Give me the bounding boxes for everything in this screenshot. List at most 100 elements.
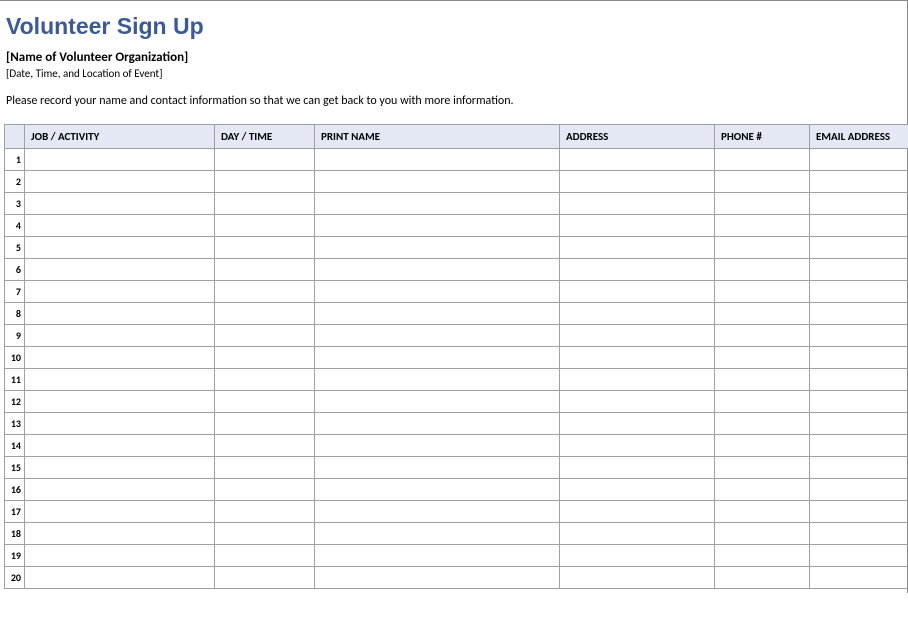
address-input[interactable] <box>566 435 708 456</box>
address-input[interactable] <box>566 501 708 522</box>
phone-input[interactable] <box>721 479 803 500</box>
day-input[interactable] <box>221 259 308 280</box>
name-input[interactable] <box>321 567 553 588</box>
phone-input[interactable] <box>721 457 803 478</box>
address-input[interactable] <box>566 259 708 280</box>
address-input[interactable] <box>566 545 708 566</box>
name-input[interactable] <box>321 281 553 302</box>
email-input[interactable] <box>816 193 908 214</box>
name-input[interactable] <box>321 413 553 434</box>
day-input[interactable] <box>221 281 308 302</box>
phone-input[interactable] <box>721 193 803 214</box>
address-input[interactable] <box>566 281 708 302</box>
day-input[interactable] <box>221 215 308 236</box>
name-input[interactable] <box>321 303 553 324</box>
name-input[interactable] <box>321 479 553 500</box>
phone-input[interactable] <box>721 391 803 412</box>
name-input[interactable] <box>321 325 553 346</box>
name-input[interactable] <box>321 501 553 522</box>
job-input[interactable] <box>31 369 208 390</box>
name-input[interactable] <box>321 347 553 368</box>
address-input[interactable] <box>566 215 708 236</box>
job-input[interactable] <box>31 347 208 368</box>
address-input[interactable] <box>566 523 708 544</box>
day-input[interactable] <box>221 193 308 214</box>
name-input[interactable] <box>321 259 553 280</box>
job-input[interactable] <box>31 149 208 170</box>
phone-input[interactable] <box>721 325 803 346</box>
address-input[interactable] <box>566 413 708 434</box>
phone-input[interactable] <box>721 259 803 280</box>
email-input[interactable] <box>816 435 908 456</box>
email-input[interactable] <box>816 479 908 500</box>
phone-input[interactable] <box>721 435 803 456</box>
day-input[interactable] <box>221 457 308 478</box>
job-input[interactable] <box>31 281 208 302</box>
job-input[interactable] <box>31 303 208 324</box>
email-input[interactable] <box>816 567 908 588</box>
day-input[interactable] <box>221 347 308 368</box>
name-input[interactable] <box>321 149 553 170</box>
job-input[interactable] <box>31 523 208 544</box>
day-input[interactable] <box>221 523 308 544</box>
phone-input[interactable] <box>721 215 803 236</box>
day-input[interactable] <box>221 149 308 170</box>
email-input[interactable] <box>816 523 908 544</box>
address-input[interactable] <box>566 325 708 346</box>
address-input[interactable] <box>566 303 708 324</box>
job-input[interactable] <box>31 391 208 412</box>
day-input[interactable] <box>221 479 308 500</box>
phone-input[interactable] <box>721 347 803 368</box>
email-input[interactable] <box>816 369 908 390</box>
day-input[interactable] <box>221 369 308 390</box>
job-input[interactable] <box>31 545 208 566</box>
job-input[interactable] <box>31 567 208 588</box>
day-input[interactable] <box>221 171 308 192</box>
address-input[interactable] <box>566 391 708 412</box>
address-input[interactable] <box>566 457 708 478</box>
email-input[interactable] <box>816 325 908 346</box>
name-input[interactable] <box>321 391 553 412</box>
phone-input[interactable] <box>721 149 803 170</box>
email-input[interactable] <box>816 149 908 170</box>
address-input[interactable] <box>566 479 708 500</box>
phone-input[interactable] <box>721 369 803 390</box>
address-input[interactable] <box>566 347 708 368</box>
day-input[interactable] <box>221 435 308 456</box>
job-input[interactable] <box>31 413 208 434</box>
email-input[interactable] <box>816 237 908 258</box>
name-input[interactable] <box>321 193 553 214</box>
name-input[interactable] <box>321 369 553 390</box>
job-input[interactable] <box>31 193 208 214</box>
name-input[interactable] <box>321 457 553 478</box>
phone-input[interactable] <box>721 501 803 522</box>
day-input[interactable] <box>221 303 308 324</box>
email-input[interactable] <box>816 259 908 280</box>
phone-input[interactable] <box>721 567 803 588</box>
phone-input[interactable] <box>721 237 803 258</box>
address-input[interactable] <box>566 567 708 588</box>
name-input[interactable] <box>321 215 553 236</box>
job-input[interactable] <box>31 435 208 456</box>
name-input[interactable] <box>321 171 553 192</box>
day-input[interactable] <box>221 567 308 588</box>
address-input[interactable] <box>566 171 708 192</box>
address-input[interactable] <box>566 149 708 170</box>
email-input[interactable] <box>816 281 908 302</box>
job-input[interactable] <box>31 215 208 236</box>
job-input[interactable] <box>31 237 208 258</box>
day-input[interactable] <box>221 413 308 434</box>
phone-input[interactable] <box>721 281 803 302</box>
job-input[interactable] <box>31 457 208 478</box>
email-input[interactable] <box>816 457 908 478</box>
job-input[interactable] <box>31 501 208 522</box>
email-input[interactable] <box>816 545 908 566</box>
day-input[interactable] <box>221 501 308 522</box>
address-input[interactable] <box>566 193 708 214</box>
email-input[interactable] <box>816 391 908 412</box>
address-input[interactable] <box>566 369 708 390</box>
day-input[interactable] <box>221 237 308 258</box>
name-input[interactable] <box>321 545 553 566</box>
email-input[interactable] <box>816 215 908 236</box>
email-input[interactable] <box>816 347 908 368</box>
